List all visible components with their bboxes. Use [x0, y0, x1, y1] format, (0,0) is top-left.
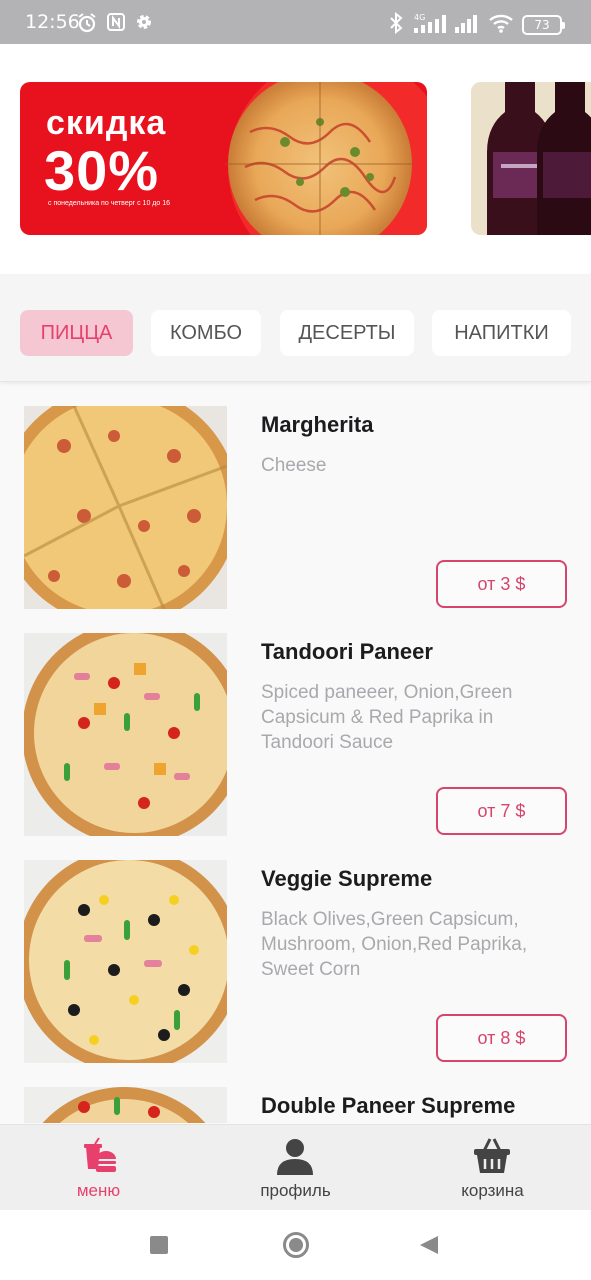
banner-note: с понедельника по четверг с 10 до 16 [48, 200, 170, 207]
bottom-navigation: меню профиль корзина [0, 1124, 591, 1210]
home-button[interactable] [283, 1232, 309, 1258]
back-button[interactable] [418, 1234, 440, 1256]
product-list[interactable]: Margherita Cheese от 3 $ Tandoori Paneer… [0, 383, 591, 1123]
nav-profile[interactable]: профиль [197, 1125, 394, 1211]
bluetooth-icon [390, 12, 403, 34]
tab-combo[interactable]: КОМБО [151, 310, 261, 356]
recents-button[interactable] [150, 1236, 168, 1254]
product-card[interactable]: Tandoori Paneer Spiced paneeer, Onion,Gr… [0, 610, 591, 837]
svg-text:4G: 4G [414, 13, 425, 22]
tab-pizza[interactable]: ПИЦЦА [20, 310, 133, 356]
product-image [24, 1087, 227, 1123]
status-bar: 12:56 4G 73 [0, 0, 591, 44]
product-name: Tandoori Paneer [261, 639, 433, 664]
wine-image [471, 82, 591, 235]
price-button[interactable]: от 3 $ [436, 560, 567, 608]
nfc-icon [107, 13, 125, 31]
signal-icon [455, 15, 477, 33]
product-card[interactable]: Veggie Supreme Black Olives,Green Capsic… [0, 837, 591, 1064]
system-navigation-bar [0, 1210, 591, 1280]
product-name: Margherita [261, 412, 374, 437]
product-image [24, 860, 227, 1063]
product-image [24, 633, 227, 836]
product-card[interactable]: Margherita Cheese от 3 $ [0, 383, 591, 610]
product-card[interactable]: Double Paneer Supreme [0, 1064, 591, 1123]
alarm-icon [78, 13, 96, 33]
tab-drinks[interactable]: НАПИТКИ [432, 310, 571, 356]
product-name: Veggie Supreme [261, 866, 433, 891]
nav-menu[interactable]: меню [0, 1125, 197, 1211]
basket-icon [474, 1138, 510, 1173]
promo-banner-wine[interactable] [471, 82, 591, 235]
promo-carousel[interactable]: скидка 30% с понедельника по четверг с 1… [0, 44, 591, 274]
product-description: Spiced paneeer, Onion,Green Capsicum & R… [261, 682, 513, 753]
price-button[interactable]: от 7 $ [436, 787, 567, 835]
price-button[interactable]: от 8 $ [436, 1014, 567, 1062]
wifi-icon [489, 14, 513, 33]
tab-desserts[interactable]: ДЕСЕРТЫ [280, 310, 414, 356]
settings-icon [137, 15, 151, 29]
product-image [24, 406, 227, 609]
battery-icon: 73 [522, 15, 565, 35]
product-name: Double Paneer Supreme [261, 1093, 516, 1118]
profile-icon [277, 1139, 313, 1175]
nav-profile-label: профиль [260, 1181, 331, 1200]
product-description: Cheese [261, 455, 327, 476]
nav-cart-label: корзина [461, 1181, 524, 1200]
promo-banner-discount[interactable]: скидка 30% с понедельника по четверг с 1… [20, 82, 427, 235]
signal-4g-icon: 4G [414, 13, 446, 33]
status-time: 12:56 [25, 11, 80, 33]
banner-percent: 30% [44, 139, 160, 202]
nav-menu-label: меню [76, 1181, 121, 1200]
product-description: Black Olives,Green Capsicum, Mushroom, O… [261, 909, 528, 980]
nav-cart[interactable]: корзина [394, 1125, 591, 1211]
menu-food-icon [84, 1137, 116, 1172]
category-tabs: ПИЦЦА КОМБО ДЕСЕРТЫ НАПИТКИ [0, 274, 591, 382]
